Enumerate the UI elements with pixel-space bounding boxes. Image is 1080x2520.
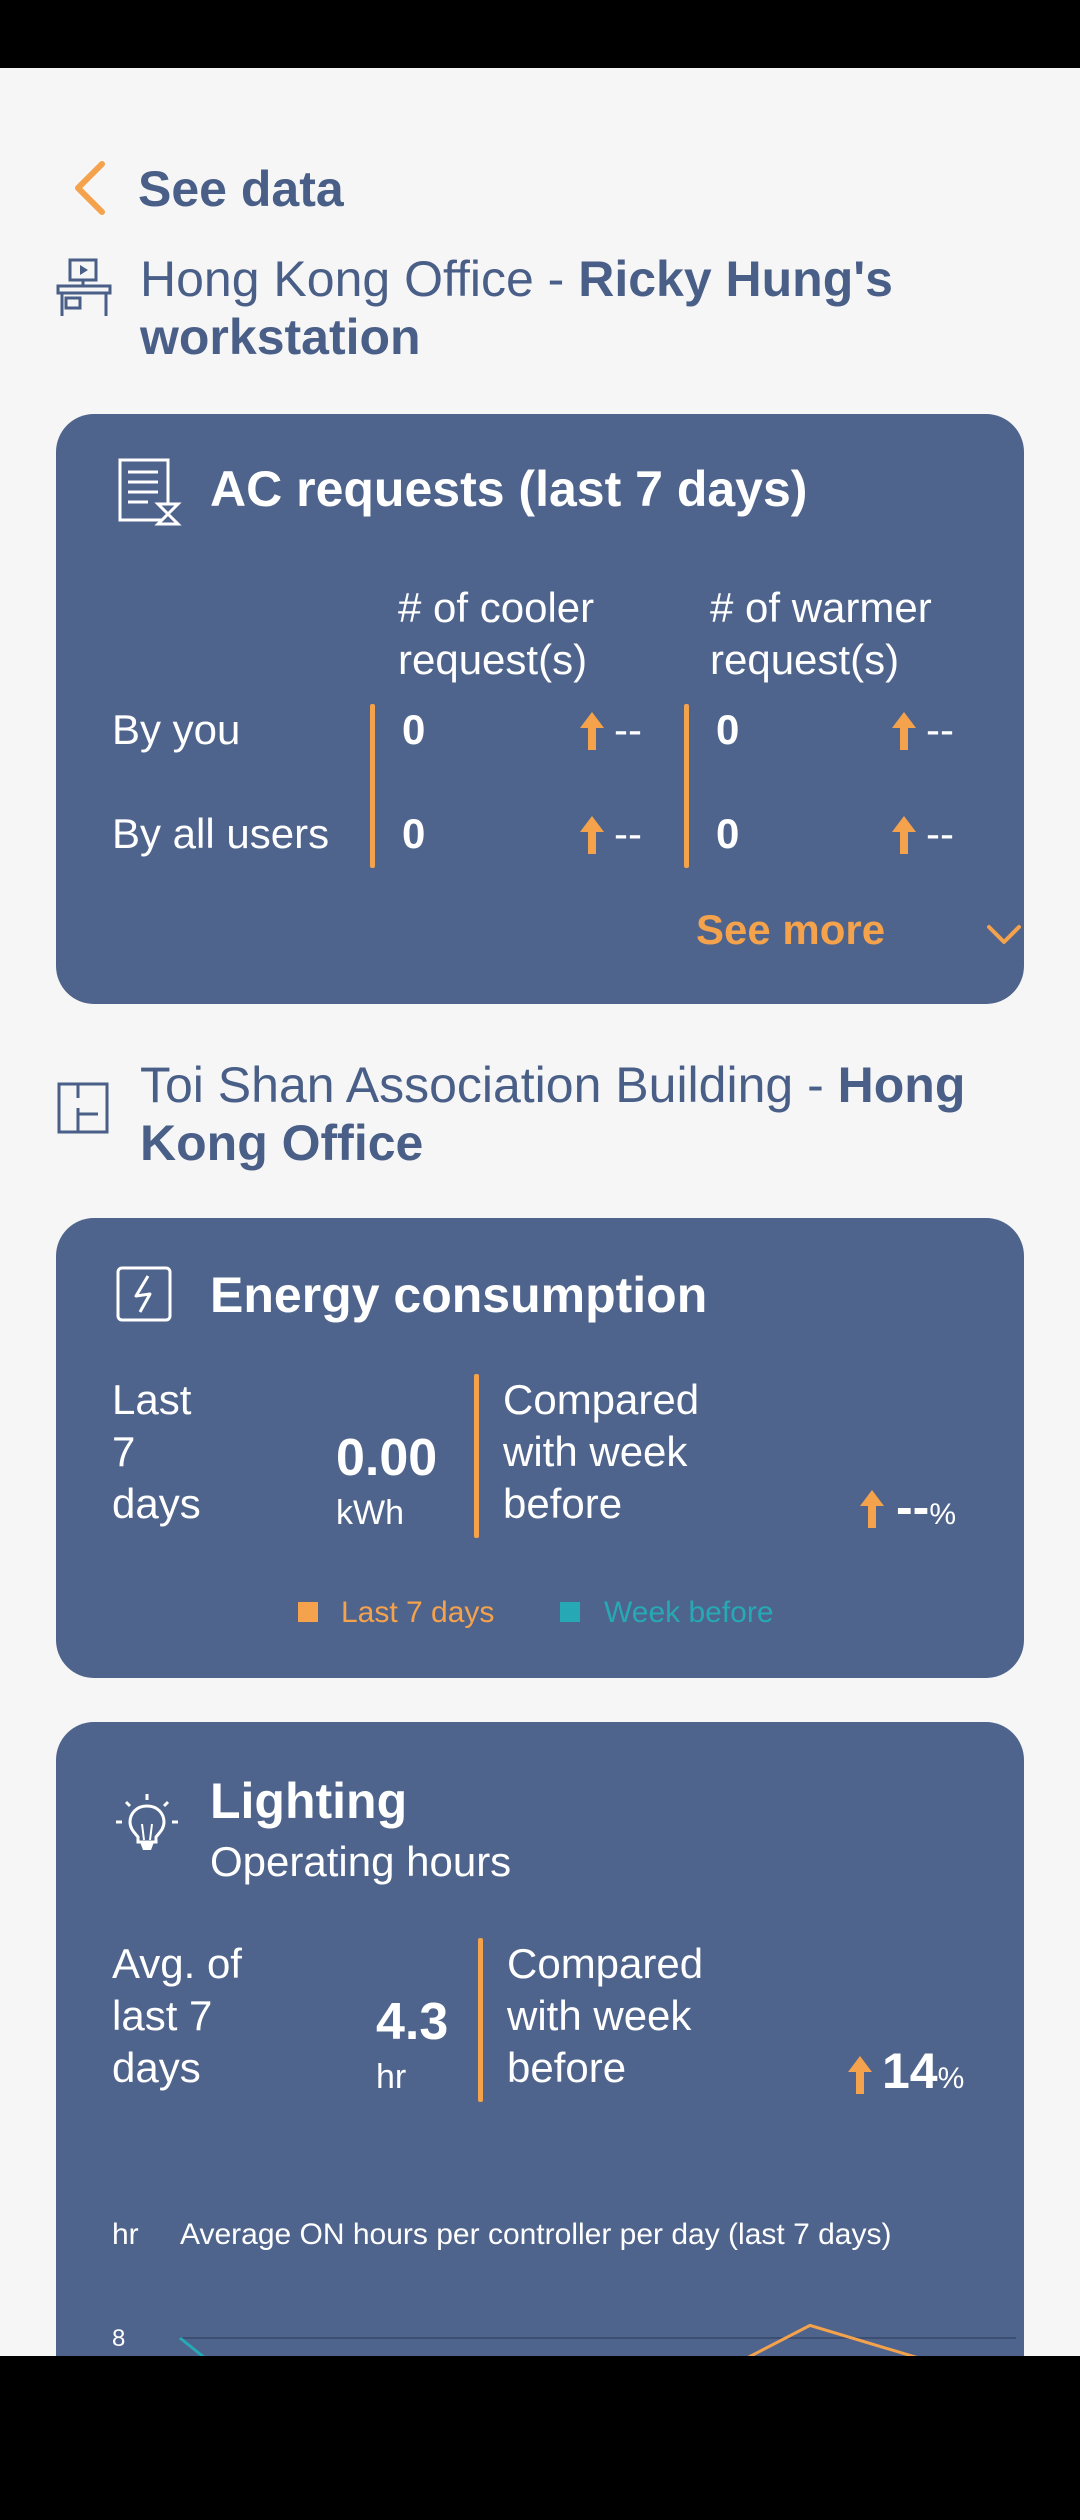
see-more-label: See more: [696, 906, 886, 953]
energy-compare-label: Compared with week before: [503, 1376, 700, 1527]
series-line: [179, 2336, 205, 2356]
building-name: Toi Shan Association Building -: [140, 1057, 838, 1113]
energy-icon: [116, 1266, 172, 1322]
chart-unit-label: hr: [112, 2218, 139, 2251]
energy-card-title: Energy consumption: [210, 1267, 708, 1323]
lighting-compare-unit: %: [937, 2062, 965, 2095]
lighting-card-title: Lighting: [210, 1773, 408, 1829]
legend-swatch-last: [298, 1602, 318, 1622]
navigation-bar-area: [0, 2356, 1080, 2520]
arrow-up-icon: [892, 816, 916, 854]
report-icon: [118, 458, 182, 526]
energy-period-label: Last 7 days: [112, 1376, 201, 1527]
warmer-value: 0: [716, 706, 740, 753]
lighting-compare: 14%: [882, 2042, 964, 2100]
lighting-period-label: Avg. of last 7 days: [112, 1940, 242, 2091]
floor-plan-icon: [57, 1082, 109, 1134]
see-more-button[interactable]: See more: [696, 904, 1021, 964]
warmer-change: --: [926, 706, 954, 753]
arrow-up-icon: [892, 712, 916, 750]
chevron-down-icon: [987, 925, 1021, 944]
ac-requests-card: AC requests (last 7 days) # of cooler re…: [56, 414, 1024, 1004]
legend-week-before: Week before: [604, 1596, 774, 1629]
row-label: By all users: [112, 810, 330, 857]
legend-swatch-week: [560, 1602, 580, 1622]
col-warmer-header: # of warmer request(s): [710, 584, 932, 683]
divider: [478, 1938, 483, 2102]
workstation-icon: [56, 258, 112, 316]
lighting-card-subtitle: Operating hours: [210, 1838, 512, 1885]
warmer-change: --: [926, 810, 954, 857]
energy-card: Energy consumption Last 7 days 0.00 kWh …: [56, 1218, 1024, 1678]
app-screen: See data Hong Kong Office - Ricky Hung's…: [0, 68, 1080, 2356]
arrow-up-icon: [580, 816, 604, 854]
light-bulb-icon: [116, 1794, 178, 1850]
y-tick-label: 8: [112, 2325, 125, 2352]
lighting-value: 4.3: [376, 1993, 449, 2051]
warmer-value: 0: [716, 810, 740, 857]
col-cooler-header: # of cooler request(s): [398, 584, 595, 683]
lighting-compare-label: Compared with week before: [507, 1940, 704, 2091]
cooler-value: 0: [402, 810, 426, 857]
energy-value: 0.00: [336, 1429, 438, 1487]
lighting-compare-value: 14: [882, 2043, 938, 2099]
lighting-card: Lighting Operating hours Avg. of last 7 …: [56, 1722, 1024, 2356]
cooler-change: --: [614, 810, 642, 857]
arrow-up-icon: [580, 712, 604, 750]
arrow-up-icon: [860, 1490, 884, 1528]
page-title: See data: [138, 161, 344, 217]
energy-compare-unit: %: [929, 1498, 956, 1531]
series-line: [747, 2323, 918, 2356]
lighting-line-chart: 864: [112, 2323, 1016, 2356]
lighting-unit: hr: [376, 2058, 407, 2096]
energy-compare: --%: [896, 1478, 956, 1536]
cooler-value: 0: [402, 706, 426, 753]
arrow-up-icon: [848, 2056, 872, 2094]
ac-card-title: AC requests (last 7 days): [210, 461, 808, 517]
row-label: By you: [112, 706, 241, 753]
energy-unit: kWh: [336, 1494, 404, 1532]
divider: [370, 704, 375, 868]
chart-caption: Average ON hours per controller per day …: [180, 2218, 892, 2251]
back-button[interactable]: [60, 158, 120, 218]
divider: [474, 1374, 479, 1538]
workstation-office: Hong Kong Office -: [140, 251, 579, 307]
legend-last-7-days: Last 7 days: [341, 1596, 495, 1629]
energy-compare-value: --: [896, 1479, 930, 1535]
cooler-change: --: [614, 706, 642, 753]
chevron-left-icon: [75, 161, 105, 215]
divider: [684, 704, 689, 868]
